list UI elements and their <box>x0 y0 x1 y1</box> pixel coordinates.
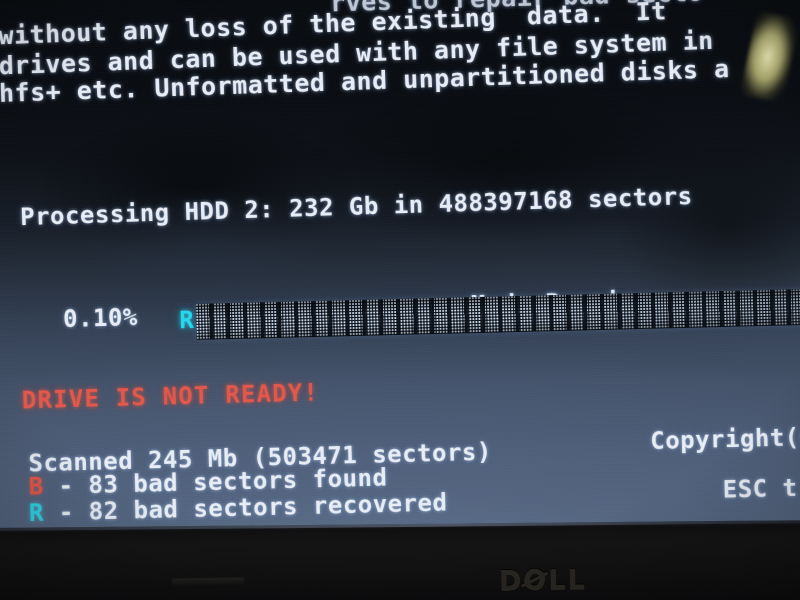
bad-sector-marker-icon: B <box>28 472 44 501</box>
progress-bar-track <box>195 288 800 340</box>
esc-hint-text: ESC t <box>722 473 798 504</box>
recovered-sector-marker-icon: R <box>28 498 45 528</box>
progress-bar: R <box>178 288 800 343</box>
drive-not-ready-warning: DRIVE IS NOT READY! <box>21 378 320 415</box>
laptop-bezel <box>0 520 800 600</box>
processing-status-line: Processing HDD 2: 232 Gb in 488397168 se… <box>19 182 693 232</box>
progress-bar-dimming <box>195 288 800 340</box>
progress-bar-marker-icon: R <box>178 305 195 335</box>
dos-console: rves to repair bad secto without any los… <box>0 0 800 600</box>
dell-logo: DØLL <box>498 562 588 600</box>
screenshot-root: rves to repair bad secto without any los… <box>0 0 800 600</box>
bezel-sensor-slot <box>171 577 245 586</box>
copyright-text: Copyright(C <box>649 422 800 455</box>
progress-percent-label: 0.10% <box>62 303 139 333</box>
